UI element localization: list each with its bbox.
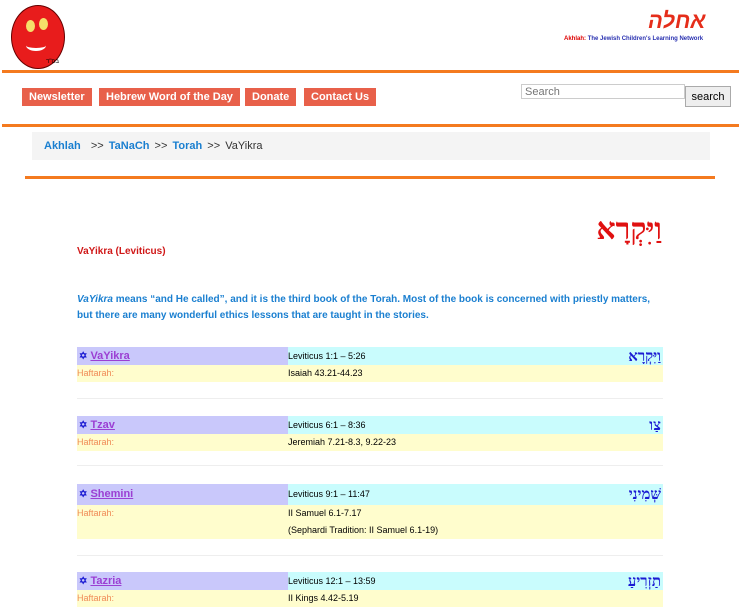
parsha-row: ✡ VaYikra Leviticus 1:1 – 5:26 וַיִּקְרָ… [77,347,663,382]
parsha-hebrew: תַזְרִיעַ [627,572,661,590]
parsha-reference: Leviticus 9:1 – 11:47 [288,489,370,499]
breadcrumb-akhlah[interactable]: Akhlah [44,140,81,152]
star-of-david-icon: ✡ [79,351,88,362]
haftarah-reading: Jeremiah 7.21-8.3, 9.22-23 [288,437,397,447]
divider [2,124,739,127]
breadcrumb: Akhlah >> TaNaCh >> Torah >> VaYikra [32,132,710,160]
divider [25,176,715,179]
breadcrumb-current: VaYikra [225,140,263,152]
star-of-david-icon: ✡ [79,576,88,587]
akhlah-tagline: Akhlah: The Jewish Children's Learning N… [564,36,704,42]
intro-text: VaYikra means “and He called”, and it is… [77,294,651,321]
nav-hebrew-word[interactable]: Hebrew Word of the Day [99,88,240,106]
haftarah-label: Haftarah: [77,437,115,447]
parsha-link[interactable]: VaYikra [90,350,129,362]
star-of-david-icon: ✡ [79,489,88,500]
breadcrumb-sep: >> [207,140,221,152]
parsha-hebrew: וַיִּקְרָא [628,347,661,365]
divider [77,555,663,556]
nav-newsletter[interactable]: Newsletter [22,88,92,106]
haftarah-label: Haftarah: [77,368,115,378]
parsha-reference: Leviticus 1:1 – 5:26 [288,351,366,361]
haftarah-reading: II Kings 4.42-5.19 [288,593,359,603]
breadcrumb-torah[interactable]: Torah [172,140,202,152]
akhlah-logo-hebrew[interactable]: אחלה [648,8,705,34]
parsha-row: ✡ Tazria Leviticus 12:1 – 13:59 תַזְרִיע… [77,572,663,607]
parsha-link[interactable]: Tzav [90,419,114,431]
nav-donate[interactable]: Donate [245,88,297,106]
breadcrumb-tanach[interactable]: TaNaCh [109,140,150,152]
parsha-row: ✡ Shemini Leviticus 9:1 – 11:47 שְּׁמִינ… [77,484,663,539]
breadcrumb-sep: >> [90,140,104,152]
logo-caption: בס"ד [46,59,59,65]
nav-contact[interactable]: Contact Us [304,88,377,106]
haftarah-reading: (Sephardi Tradition: II Samuel 6.1-19) [288,525,439,535]
book-title-hebrew: וַיִּקְרָא [596,212,662,247]
haftarah-reading: II Samuel 6.1-7.17 [288,508,362,518]
parsha-row: ✡ Tzav Leviticus 6:1 – 8:36 צַו Haftarah… [77,416,663,451]
divider [77,465,663,466]
haftarah-label: Haftarah: [77,593,115,603]
parsha-hebrew: שְּׁמִינִי [628,485,661,503]
haftarah-reading: Isaiah 43.21-44.23 [288,368,363,378]
search-button[interactable]: search [685,86,731,107]
divider [2,70,739,73]
parsha-reference: Leviticus 6:1 – 8:36 [288,420,366,430]
parsha-link[interactable]: Tazria [90,575,121,587]
parsha-reference: Leviticus 12:1 – 13:59 [288,576,376,586]
parsha-hebrew: צַו [649,416,661,434]
divider [77,398,663,399]
haftarah-label: Haftarah: [77,508,115,518]
star-of-david-icon: ✡ [79,420,88,431]
search-input[interactable] [521,84,685,99]
breadcrumb-sep: >> [154,140,168,152]
parsha-link[interactable]: Shemini [90,488,133,500]
book-title: VaYikra (Leviticus) [77,246,166,257]
